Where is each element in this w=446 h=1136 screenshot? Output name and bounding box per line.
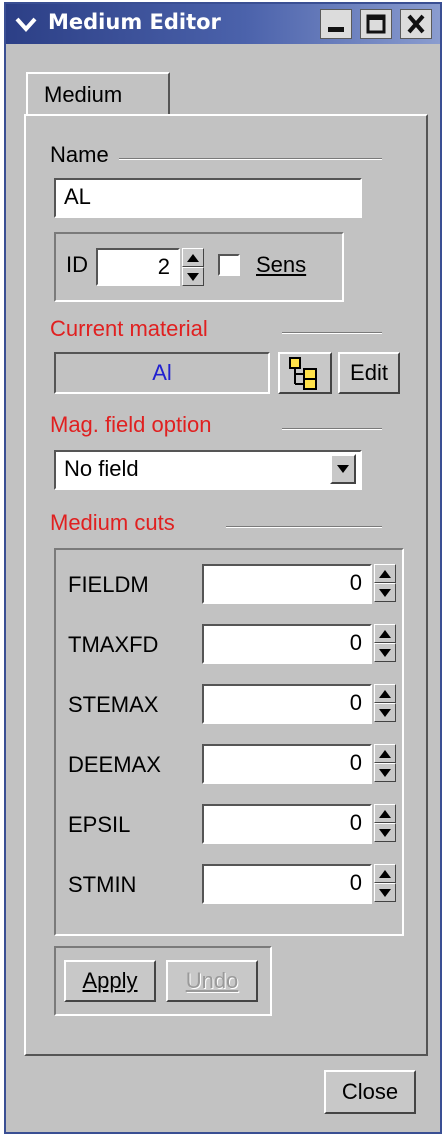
spin-up-icon[interactable] — [374, 804, 396, 823]
spin-up-icon[interactable] — [374, 864, 396, 883]
window-title: Medium Editor — [48, 10, 221, 34]
spin-down-icon[interactable] — [374, 703, 396, 722]
cut-input-epsil[interactable]: 0 — [202, 804, 372, 844]
cut-input-fieldm[interactable]: 0 — [202, 564, 372, 604]
spin-down-icon[interactable] — [374, 643, 396, 662]
mag-field-select[interactable]: No field — [54, 450, 362, 490]
tab-medium-label: Medium — [44, 82, 123, 107]
medium-cuts-label: Medium cuts — [50, 510, 185, 536]
browse-material-button[interactable] — [278, 352, 332, 394]
spin-up-icon[interactable] — [374, 624, 396, 643]
undo-button[interactable]: Undo — [166, 960, 258, 1002]
name-input[interactable]: AL — [54, 178, 362, 218]
cut-spinner-deemax[interactable] — [374, 744, 396, 782]
edit-material-button[interactable]: Edit — [338, 352, 400, 394]
spin-down-icon[interactable] — [374, 883, 396, 902]
cut-spinner-fieldm[interactable] — [374, 564, 396, 602]
id-spinner[interactable] — [182, 248, 204, 286]
title-bar[interactable]: Medium Editor — [6, 4, 440, 44]
medium-panel: Name AL ID 2 Sens Current material Al Ed… — [24, 114, 428, 1056]
minimize-button[interactable] — [320, 9, 352, 39]
spin-up-icon[interactable] — [374, 744, 396, 763]
cut-input-tmaxfd[interactable]: 0 — [202, 624, 372, 664]
cut-label-deemax: DEEMAX — [68, 752, 161, 777]
mag-field-selected: No field — [64, 456, 139, 481]
chevron-down-icon[interactable] — [14, 12, 38, 36]
id-spin-up-icon[interactable] — [182, 248, 204, 267]
cut-input-deemax[interactable]: 0 — [202, 744, 372, 784]
id-group: ID 2 Sens — [54, 232, 344, 302]
cut-label-stmin: STMIN — [68, 872, 137, 897]
medium-cuts-group: FIELDM 0 TMAXFD 0 STEMAX 0 DEEMAX 0 EPSI… — [54, 548, 404, 936]
sens-checkbox[interactable] — [218, 254, 240, 276]
id-spin-down-icon[interactable] — [182, 267, 204, 286]
tree-browser-icon — [289, 357, 317, 390]
cut-input-stemax[interactable]: 0 — [202, 684, 372, 724]
cut-spinner-stemax[interactable] — [374, 684, 396, 722]
mag-field-label: Mag. field option — [50, 412, 222, 438]
current-material-value: Al — [54, 352, 270, 394]
cut-label-tmaxfd: TMAXFD — [68, 632, 159, 657]
cut-spinner-stmin[interactable] — [374, 864, 396, 902]
id-input[interactable]: 2 — [96, 248, 180, 286]
sens-label: Sens — [256, 252, 307, 277]
mag-field-separator — [282, 428, 382, 430]
cut-label-stemax: STEMAX — [68, 692, 159, 717]
chevron-down-icon[interactable] — [330, 454, 356, 484]
action-group: Apply Undo — [54, 946, 272, 1016]
cut-spinner-tmaxfd[interactable] — [374, 624, 396, 662]
maximize-button[interactable] — [360, 9, 392, 39]
spin-down-icon[interactable] — [374, 823, 396, 842]
apply-button[interactable]: Apply — [64, 960, 156, 1002]
medium-editor-window: Medium Editor Medium Name AL ID 2 Sens C… — [4, 2, 442, 1134]
id-label: ID — [66, 252, 88, 277]
material-separator — [282, 332, 382, 334]
current-material-label: Current material — [50, 316, 218, 342]
cuts-separator — [226, 526, 382, 528]
spin-up-icon[interactable] — [374, 684, 396, 703]
spin-up-icon[interactable] — [374, 564, 396, 583]
name-label: Name — [50, 142, 119, 168]
name-separator — [116, 158, 382, 160]
close-button[interactable]: Close — [324, 1070, 416, 1114]
cut-input-stmin[interactable]: 0 — [202, 864, 372, 904]
cut-label-epsil: EPSIL — [68, 812, 131, 837]
cut-spinner-epsil[interactable] — [374, 804, 396, 842]
spin-down-icon[interactable] — [374, 583, 396, 602]
cut-label-fieldm: FIELDM — [68, 572, 149, 597]
spin-down-icon[interactable] — [374, 763, 396, 782]
tab-medium[interactable]: Medium — [26, 72, 170, 116]
close-window-button[interactable] — [400, 9, 432, 39]
